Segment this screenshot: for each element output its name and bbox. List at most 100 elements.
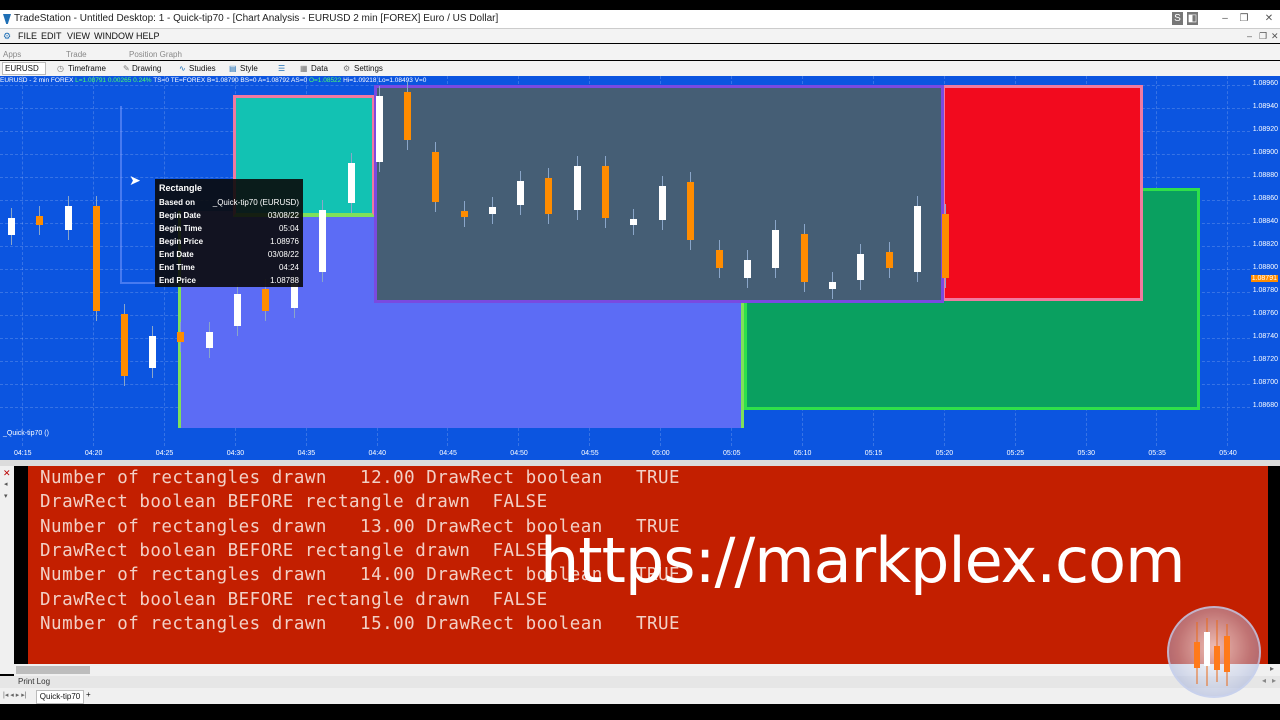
timeframe-button[interactable]: Timeframe	[68, 64, 106, 73]
time-tick: 04:25	[155, 450, 174, 457]
window-title: TradeStation - Untitled Desktop: 1 - Qui…	[14, 13, 499, 24]
candle	[886, 252, 893, 268]
tooltip-value: 1.08788	[270, 276, 299, 285]
time-tick: 04:50	[510, 450, 528, 457]
menu-file[interactable]: FILE	[18, 31, 37, 41]
markplex-logo	[1167, 606, 1261, 698]
price-tick: 1.08860	[1252, 195, 1278, 202]
time-tick: 05:40	[1219, 450, 1237, 457]
maximize-button[interactable]: ❐	[1237, 12, 1251, 25]
tooltip-value: 05:04	[278, 224, 299, 233]
close-button[interactable]: ✕	[1262, 12, 1276, 25]
price-tick: 1.08800	[1252, 264, 1278, 271]
tooltip-value: _Quick-tip70 (EURUSD)	[212, 198, 299, 207]
log-close-icon[interactable]: ✕	[3, 468, 11, 479]
clock-icon: ◷	[57, 64, 64, 73]
price-tick: 1.08920	[1252, 126, 1278, 133]
rectangle-tooltip: Rectangle Based on _Quick-tip70 (EURUSD) B…	[155, 179, 303, 287]
app-menu-icon[interactable]: ⚙	[3, 31, 11, 42]
price-tick: 1.08820	[1252, 241, 1278, 248]
menu-edit[interactable]: EDIT	[41, 31, 62, 41]
time-axis[interactable]: 04:15 04:20 04:25 04:30 04:35 04:40 04:45 04:50…	[0, 446, 1280, 460]
candle	[319, 210, 326, 272]
log-collapse-icon[interactable]: ▾	[4, 492, 8, 500]
price-tick: 1.08700	[1252, 379, 1278, 386]
menu-bar: ⚙ FILE EDIT VIEW WINDOW HELP – ❐ ✕	[0, 29, 1280, 43]
current-price-label: 1.08791	[1250, 275, 1278, 282]
tooltip-title: Rectangle	[159, 183, 203, 193]
time-tick: 05:30	[1077, 450, 1096, 457]
symbol-input[interactable]: EURUSD	[2, 62, 46, 75]
log-line: Number of rectangles drawn 12.00 DrawRec…	[40, 468, 681, 488]
print-log-bar: Print Log ◂ ▸	[0, 676, 1280, 688]
add-tab-button[interactable]: +	[86, 690, 91, 699]
candle	[857, 254, 864, 280]
time-tick: 04:55	[581, 450, 599, 457]
nav-right-icon[interactable]: ▸	[1272, 676, 1276, 685]
tab-quick-tip70[interactable]: Quick-tip70	[36, 690, 84, 704]
style-button[interactable]: Style	[240, 64, 258, 73]
menu-view[interactable]: VIEW	[67, 31, 90, 41]
price-tick: 1.08780	[1252, 287, 1278, 294]
tooltip-value: 1.08976	[270, 237, 299, 246]
rectangle-red[interactable]	[942, 85, 1143, 301]
layout-icon[interactable]: ◧	[1187, 12, 1198, 25]
price-tick: 1.08960	[1252, 80, 1278, 87]
menu-help[interactable]: HELP	[136, 31, 160, 41]
candle	[602, 166, 609, 218]
tradestation-icon	[3, 14, 11, 24]
log-horizontal-scrollbar[interactable]: ◂ ▸	[14, 664, 1280, 676]
candle	[659, 186, 666, 220]
tab-nav-icons[interactable]: |◂ ◂ ▸ ▸|	[3, 691, 27, 699]
layout-toggle-icon[interactable]: ☰	[278, 64, 285, 73]
tooltip-row: End Date 03/08/22	[159, 250, 299, 263]
scroll-right-icon[interactable]: ▸	[1270, 664, 1274, 673]
price-tick: 1.08940	[1252, 103, 1278, 110]
apps-link[interactable]: Apps	[3, 50, 21, 59]
candle	[630, 219, 637, 225]
candle	[461, 211, 468, 217]
candle	[177, 332, 184, 342]
time-tick: 04:20	[84, 450, 103, 457]
position-graph-link[interactable]: Position Graph	[129, 50, 182, 59]
time-tick: 05:20	[935, 450, 954, 457]
candle	[545, 178, 552, 214]
minimize-child-button[interactable]: –	[1247, 31, 1252, 41]
scrollbar-thumb[interactable]	[16, 666, 90, 674]
price-tick: 1.08740	[1252, 333, 1278, 340]
candle	[744, 260, 751, 278]
time-tick: 05:25	[1006, 450, 1025, 457]
title-bar: TradeStation - Untitled Desktop: 1 - Qui…	[0, 10, 1280, 29]
tooltip-key: Begin Date	[159, 211, 201, 220]
time-tick: 04:45	[439, 450, 457, 457]
candle	[942, 214, 949, 278]
drawing-button[interactable]: Drawing	[132, 64, 161, 73]
close-child-button[interactable]: ✕	[1271, 31, 1279, 42]
chart-status-line: EURUSD - 2 min FOREX L=1.08791 0.00265 0…	[0, 77, 1250, 85]
watermark-url: https://markplex.com	[540, 524, 1185, 597]
restore-desktop-icon[interactable]: S	[1172, 12, 1183, 25]
mouse-cursor-icon: ➤	[129, 172, 141, 188]
settings-button[interactable]: Settings	[354, 64, 383, 73]
time-tick: 05:15	[864, 450, 883, 457]
tooltip-row: End Time 04:24	[159, 263, 299, 276]
menu-window[interactable]: WINDOW	[94, 31, 134, 41]
log-pin-icon[interactable]: ◂	[4, 480, 8, 488]
minimize-button[interactable]: –	[1218, 12, 1232, 25]
log-line: Number of rectangles drawn 15.00 DrawRec…	[40, 613, 681, 634]
studies-button[interactable]: Studies	[189, 64, 216, 73]
tooltip-value: 04:24	[278, 263, 299, 272]
log-line: DrawRect boolean BEFORE rectangle drawn …	[40, 589, 548, 610]
price-axis[interactable]: 1.08960 1.08940 1.08920 1.08900 1.08880 1.088…	[1250, 76, 1280, 446]
restore-child-button[interactable]: ❐	[1259, 31, 1267, 42]
candle	[517, 181, 524, 205]
log-line: DrawRect boolean BEFORE rectangle drawn …	[40, 492, 548, 513]
nav-left-icon[interactable]: ◂	[1262, 676, 1266, 685]
tooltip-key: Begin Price	[159, 237, 204, 246]
status-open: O=1.08522	[308, 77, 342, 84]
settings-icon: ⚙	[343, 64, 351, 73]
candle	[829, 282, 836, 289]
data-button[interactable]: Data	[311, 64, 328, 73]
tooltip-row: Based on _Quick-tip70 (EURUSD)	[159, 198, 299, 211]
trade-link[interactable]: Trade	[66, 50, 87, 59]
